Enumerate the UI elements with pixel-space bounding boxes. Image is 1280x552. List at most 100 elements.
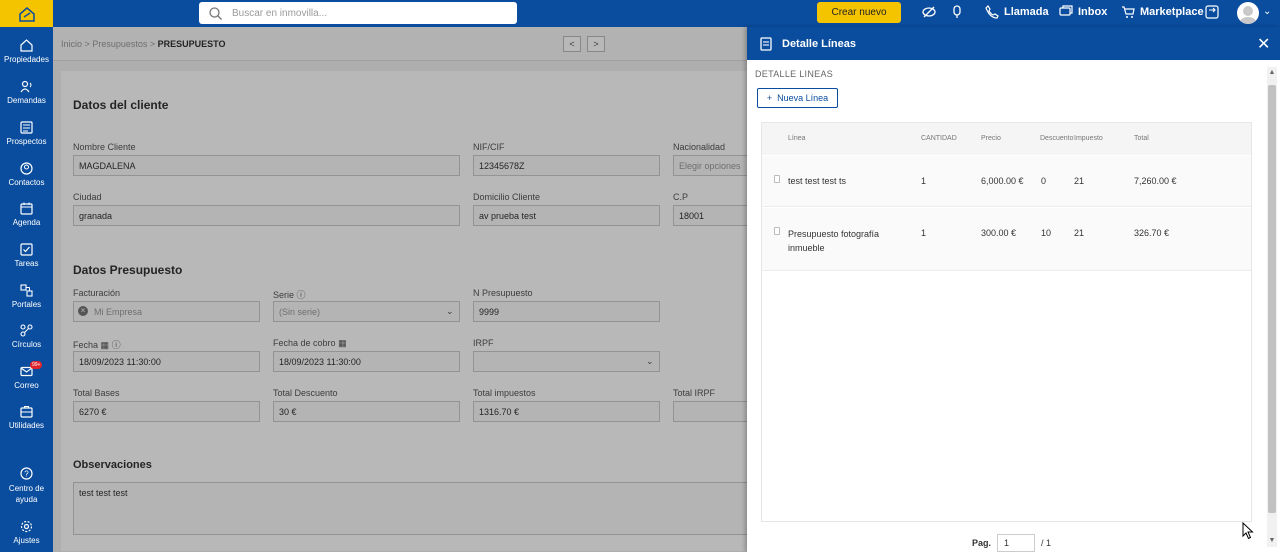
- cell-descuento: 0: [1041, 176, 1047, 186]
- col-cantidad[interactable]: CANTIDAD: [921, 135, 957, 142]
- svg-text:?: ?: [24, 470, 29, 479]
- search-bar[interactable]: [199, 2, 517, 24]
- exchange-icon: [1205, 5, 1219, 19]
- scrollbar-thumb[interactable]: [1268, 85, 1276, 513]
- sidebar-item-portales[interactable]: Portales: [0, 284, 53, 309]
- chevron-down-icon[interactable]: ⌄: [1263, 6, 1271, 17]
- connect-button[interactable]: [951, 5, 963, 19]
- panel-scrollbar[interactable]: ▲ ▼: [1267, 67, 1277, 547]
- table-row[interactable]: test test test ts 1 6,000.00 € 0 21 7,26…: [762, 156, 1251, 207]
- user-avatar[interactable]: [1237, 2, 1259, 24]
- switch-button[interactable]: [1205, 5, 1219, 19]
- document-icon: [760, 37, 772, 51]
- gear-icon: [20, 520, 33, 533]
- cell-impuesto: 21: [1074, 228, 1085, 238]
- sidebar-item-label: Ajustes: [13, 536, 40, 545]
- marketplace-button[interactable]: Marketplace: [1121, 5, 1204, 19]
- cell-cantidad: 1: [921, 176, 927, 186]
- visibility-toggle[interactable]: [922, 5, 936, 19]
- portals-icon: [20, 284, 33, 297]
- mail-count-badge: 99+: [30, 361, 43, 369]
- sidebar-item-label: Demandas: [7, 96, 46, 105]
- top-bar: Crear nuevo Llamada Inbox Marketplace: [0, 0, 1280, 27]
- page-total: / 1: [1041, 538, 1052, 548]
- inbox-button[interactable]: Inbox: [1059, 5, 1107, 19]
- home-icon: [20, 39, 33, 52]
- col-linea[interactable]: Línea: [788, 135, 806, 142]
- row-checkbox[interactable]: [774, 227, 780, 235]
- page-input[interactable]: 1: [997, 534, 1036, 552]
- cell-cantidad: 1: [921, 228, 927, 238]
- sidebar-item-label: Contactos: [8, 178, 45, 187]
- sidebar-item-agenda[interactable]: Agenda: [0, 202, 53, 227]
- cell-total: 7,260.00 €: [1134, 176, 1177, 186]
- demand-icon: [20, 80, 32, 93]
- llamada-button[interactable]: Llamada: [985, 5, 1049, 19]
- llamada-label: Llamada: [1004, 6, 1049, 18]
- sidebar-item-label: Utilidades: [8, 421, 45, 430]
- eye-off-icon: [922, 6, 936, 18]
- sidebar-item-utilidades[interactable]: Utilidades: [0, 405, 53, 430]
- search-icon: [209, 6, 222, 20]
- sidebar-item-label: Prospectos: [6, 137, 47, 146]
- modal-overlay[interactable]: [53, 27, 747, 552]
- sidebar-item-label: Tareas: [14, 259, 39, 268]
- table-header: Línea CANTIDAD Precio Descuento Impuesto…: [762, 123, 1251, 155]
- contact-icon: [20, 162, 33, 175]
- col-precio[interactable]: Precio: [981, 135, 1001, 142]
- marketplace-label: Marketplace: [1140, 6, 1204, 18]
- sidebar-item-label: ayuda: [15, 495, 38, 504]
- scroll-up-icon[interactable]: ▲: [1268, 69, 1276, 76]
- panel-subtitle: DETALLE LINEAS: [755, 69, 834, 79]
- phone-icon: [985, 5, 999, 19]
- tools-icon: [20, 405, 33, 418]
- chat-icon: [1059, 5, 1073, 16]
- cell-precio: 300.00 €: [981, 228, 1017, 238]
- prospect-icon: [20, 121, 33, 134]
- sidebar-item-label: Agenda: [12, 218, 41, 227]
- cell-descuento: 10: [1041, 228, 1052, 238]
- col-descuento[interactable]: Descuento: [1040, 135, 1073, 142]
- pagination: Pag. 1 / 1: [972, 534, 1051, 552]
- sidebar-item-circulos[interactable]: Círculos: [0, 324, 53, 349]
- cell-impuesto: 21: [1074, 176, 1085, 186]
- cell-linea: Presupuesto fotografía inmueble: [788, 229, 880, 253]
- sidebar-item-propiedades[interactable]: Propiedades: [0, 39, 53, 64]
- cart-icon: [1122, 6, 1135, 18]
- sidebar-item-label: Círculos: [11, 340, 42, 349]
- plug-icon: [953, 5, 961, 18]
- nueva-linea-label: Nueva Línea: [777, 93, 829, 103]
- help-icon: ?: [20, 467, 33, 480]
- cell-precio: 6,000.00 €: [981, 176, 1024, 186]
- sidebar-item-label: Propiedades: [4, 55, 49, 64]
- close-icon[interactable]: ✕: [1257, 34, 1270, 54]
- table-row[interactable]: Presupuesto fotografía inmueble 1 300.00 …: [762, 208, 1251, 271]
- nueva-linea-button[interactable]: + Nueva Línea: [757, 88, 838, 108]
- col-impuesto[interactable]: Impuesto: [1074, 135, 1103, 142]
- sidebar-item-contactos[interactable]: Contactos: [0, 162, 53, 187]
- crear-nuevo-button[interactable]: Crear nuevo: [817, 2, 901, 23]
- sidebar-item-ajustes[interactable]: Ajustes: [0, 520, 53, 545]
- logo-icon: [18, 6, 35, 22]
- app-logo[interactable]: [0, 0, 53, 27]
- mouse-cursor-icon: [1242, 522, 1254, 540]
- sidebar-item-correo[interactable]: 99+ Correo: [0, 361, 53, 390]
- sidebar-item-label: Centro de: [8, 484, 45, 493]
- col-total[interactable]: Total: [1134, 135, 1149, 142]
- row-checkbox[interactable]: [774, 175, 780, 183]
- circles-icon: [20, 324, 33, 337]
- cell-total: 326.70 €: [1134, 228, 1170, 238]
- detalle-lineas-panel: Detalle Líneas ✕ DETALLE LINEAS + Nueva …: [747, 27, 1280, 552]
- lineas-table: Línea CANTIDAD Precio Descuento Impuesto…: [761, 122, 1252, 522]
- sidebar-item-label: Portales: [11, 300, 42, 309]
- search-input[interactable]: [232, 7, 492, 19]
- sidebar-item-prospectos[interactable]: Prospectos: [0, 121, 53, 146]
- inbox-label: Inbox: [1078, 6, 1108, 18]
- panel-title: Detalle Líneas: [782, 38, 856, 50]
- sidebar: Propiedades Demandas Prospectos Contacto…: [0, 27, 53, 552]
- sidebar-item-demandas[interactable]: Demandas: [0, 80, 53, 105]
- sidebar-item-ayuda[interactable]: ? Centro de ayuda: [0, 467, 53, 505]
- scroll-down-icon[interactable]: ▼: [1268, 537, 1276, 544]
- sidebar-item-tareas[interactable]: Tareas: [0, 243, 53, 268]
- tasks-icon: [20, 243, 33, 256]
